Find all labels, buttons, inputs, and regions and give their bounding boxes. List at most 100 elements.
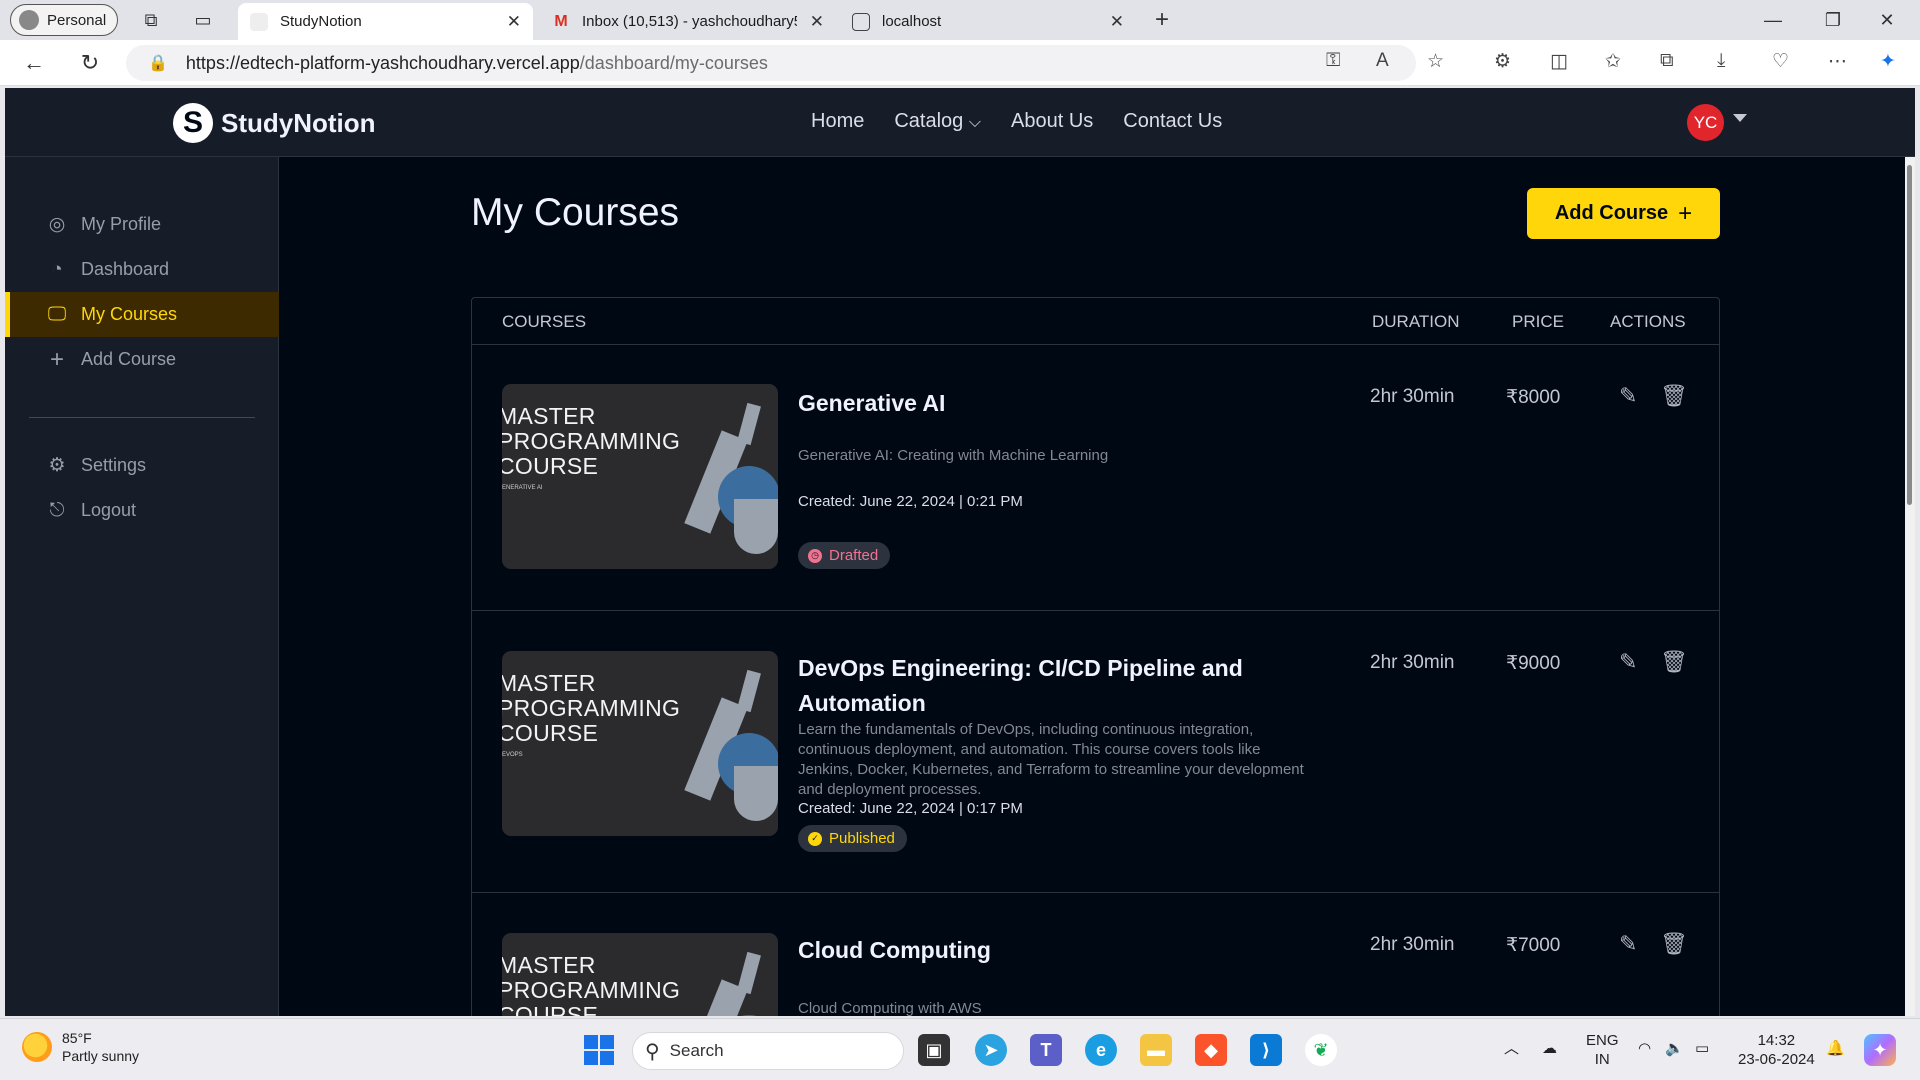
onedrive-icon[interactable]: ☁ [1542, 1039, 1557, 1058]
brave-icon[interactable]: ◆ [1195, 1034, 1227, 1066]
add-course-label: Add Course [1554, 202, 1669, 224]
course-duration: 2hr 30min [1370, 386, 1455, 407]
status-label: Published [829, 830, 895, 847]
close-tab-icon[interactable]: ✕ [1110, 12, 1124, 32]
thumbnail-subtext: EVOPS [502, 752, 523, 758]
delete-icon[interactable]: 🗑 [1660, 931, 1688, 957]
telegram-icon[interactable]: ➤ [975, 1034, 1007, 1066]
gmail-icon: M [554, 12, 568, 30]
delete-icon[interactable]: 🗑 [1660, 383, 1688, 409]
notifications-icon[interactable]: 🔔 [1826, 1039, 1845, 1058]
browser-essentials-icon[interactable]: ♡ [1772, 50, 1789, 73]
profile-avatar-icon [19, 10, 39, 30]
sidebar-item-label: Logout [81, 500, 137, 520]
nav-contact[interactable]: Contact Us [1123, 110, 1222, 133]
course-thumbnail[interactable]: MASTER PROGRAMMING COURSE [502, 933, 778, 1016]
vscode-icon[interactable]: ⟩ [1250, 1034, 1282, 1066]
loading-favicon-icon [250, 12, 268, 31]
sidebar-item-settings[interactable]: ⚙ Settings [5, 443, 279, 488]
read-aloud-icon[interactable]: A [1376, 50, 1389, 72]
brand-logo[interactable]: S StudyNotion [173, 103, 376, 143]
nav-links: Home Catalog ⌵ About Us Contact Us [811, 110, 1222, 133]
copilot-icon[interactable]: ✦ [1880, 50, 1896, 73]
download-icon[interactable]: ⤓ [1717, 50, 1725, 72]
task-view-icon[interactable]: ▣ [918, 1034, 950, 1066]
close-window-icon[interactable]: ✕ [1876, 9, 1898, 31]
favorite-star-icon[interactable]: ☆ [1427, 50, 1444, 73]
add-course-button[interactable]: Add Course + [1527, 188, 1720, 239]
back-icon[interactable]: ← [20, 50, 48, 76]
tab-studynotion[interactable]: StudyNotion ✕ [238, 3, 533, 40]
battery-icon[interactable]: ▭ [1695, 1039, 1709, 1058]
teams-icon[interactable]: T [1030, 1034, 1062, 1066]
new-tab-icon[interactable]: + [1151, 8, 1173, 32]
close-tab-icon[interactable]: ✕ [810, 12, 824, 32]
key-icon[interactable]: ⚿ [1326, 50, 1340, 72]
restore-icon[interactable]: ❐ [1822, 9, 1844, 31]
thumbnail-subtext: ENERATIVE AI [502, 485, 543, 491]
search-label: Search [669, 1041, 724, 1060]
courses-table: COURSES DURATION PRICE ACTIONS MASTER PRO… [471, 297, 1720, 1016]
minimize-icon[interactable]: — [1762, 9, 1784, 31]
edit-icon[interactable]: ✎ [1619, 383, 1637, 409]
header-price: PRICE [1512, 312, 1564, 331]
user-avatar[interactable]: YC [1687, 104, 1724, 141]
taskbar-search[interactable]: ⚲ Search [632, 1032, 904, 1070]
course-price: ₹9000 [1506, 653, 1561, 674]
sidebar-item-label: My Profile [81, 214, 162, 234]
header-actions: ACTIONS [1610, 312, 1686, 331]
copilot-taskbar-icon[interactable]: ✦ [1864, 1034, 1896, 1066]
status-badge: ◷ Drafted [798, 542, 891, 569]
split-screen-icon[interactable]: ◫ [1550, 50, 1568, 73]
weather-widget[interactable]: 85°F Partly sunny [22, 1029, 139, 1065]
page-scrollbar[interactable] [1905, 157, 1915, 1016]
course-title: DevOps Engineering: CI/CD Pipeline and A… [798, 655, 1243, 716]
collections-icon[interactable]: ⧉ [1660, 50, 1674, 72]
extensions-icon[interactable]: ⚙ [1494, 50, 1511, 73]
course-duration: 2hr 30min [1370, 934, 1455, 955]
course-thumbnail[interactable]: MASTER PROGRAMMING COURSE ENERATIVE AI [502, 384, 778, 569]
scrollbar-thumb[interactable] [1907, 165, 1912, 505]
volume-icon[interactable]: 🔈 [1665, 1039, 1684, 1058]
edge-icon[interactable]: e [1085, 1034, 1117, 1066]
clock[interactable]: 14:32 23-06-2024 [1738, 1031, 1815, 1069]
header-courses: COURSES [502, 312, 587, 331]
language-indicator[interactable]: ENG IN [1586, 1031, 1619, 1069]
page-favicon-icon [852, 12, 870, 31]
tab-localhost[interactable]: localhost ✕ [840, 3, 1136, 40]
sidebar-item-logout[interactable]: ⎋ Logout [5, 488, 279, 533]
nav-about[interactable]: About Us [1011, 110, 1093, 133]
more-menu-icon[interactable]: ⋯ [1828, 50, 1847, 73]
close-tab-icon[interactable]: ✕ [507, 12, 521, 32]
tab-gmail[interactable]: M Inbox (10,513) - yashchoudhary5 ✕ [540, 3, 836, 40]
thumbnail-heading: MASTER PROGRAMMING COURSE [502, 670, 681, 746]
sidebar-item-my-profile[interactable]: ◎ My Profile [5, 202, 279, 247]
profile-button[interactable]: Personal [10, 4, 118, 36]
nav-catalog[interactable]: Catalog ⌵ [894, 110, 981, 133]
gauge-icon: ◔ [51, 258, 63, 280]
chevron-down-icon: ⌵ [968, 114, 981, 131]
caret-down-icon[interactable] [1733, 114, 1747, 122]
edit-icon[interactable]: ✎ [1619, 931, 1637, 957]
tab-actions-icon[interactable]: ▭ [192, 9, 214, 31]
mongodb-icon[interactable]: ❦ [1305, 1034, 1337, 1066]
sidebar-item-dashboard[interactable]: ◔ Dashboard [5, 247, 279, 292]
sidebar-item-add-course[interactable]: + Add Course [5, 337, 279, 382]
file-explorer-icon[interactable]: ▬ [1140, 1034, 1172, 1066]
nav-home[interactable]: Home [811, 110, 864, 133]
windows-start-icon[interactable] [584, 1035, 614, 1065]
course-thumbnail[interactable]: MASTER PROGRAMMING COURSE EVOPS [502, 651, 778, 836]
plus-icon: + [1678, 199, 1693, 227]
sidebar-item-label: Dashboard [81, 259, 170, 279]
sidebar-item-my-courses[interactable]: 🖵 My Courses [5, 292, 279, 337]
top-navbar: S StudyNotion Home Catalog ⌵ About Us Co… [5, 88, 1915, 157]
refresh-icon[interactable]: ↻ [76, 50, 104, 76]
edit-icon[interactable]: ✎ [1619, 649, 1637, 675]
favorites-icon[interactable]: ✩ [1605, 50, 1621, 73]
workspaces-icon[interactable]: ⧉ [140, 9, 162, 31]
table-header: COURSES DURATION PRICE ACTIONS [472, 298, 1719, 345]
show-hidden-icons[interactable]: ︿ [1504, 1039, 1519, 1058]
delete-icon[interactable]: 🗑 [1660, 649, 1688, 675]
url-field[interactable]: 🔒 https://edtech-platform-yashchoudhary.… [126, 45, 1416, 81]
wifi-icon[interactable]: ◠ [1638, 1039, 1651, 1058]
